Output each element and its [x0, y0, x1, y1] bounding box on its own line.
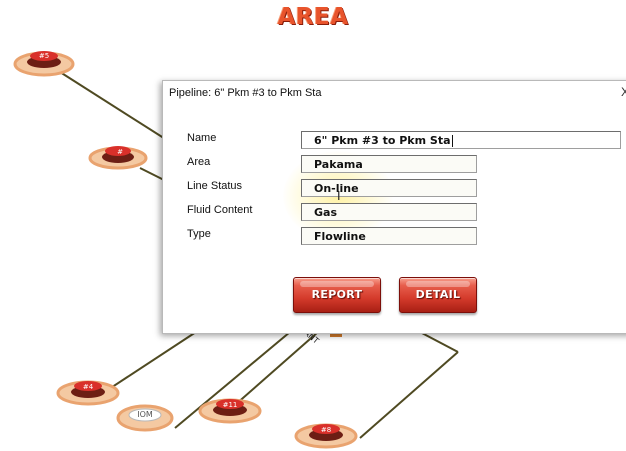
well-7[interactable]: #: [88, 146, 148, 170]
well-label: IOM: [137, 410, 153, 419]
well-4[interactable]: #4: [56, 380, 120, 406]
close-button[interactable]: X: [621, 85, 626, 99]
line-status-field[interactable]: On-line: [301, 179, 477, 197]
name-field[interactable]: 6" Pkm #3 to Pkm Sta: [301, 131, 621, 149]
area-field[interactable]: Pakama: [301, 155, 477, 173]
well-8[interactable]: #8: [294, 423, 358, 449]
well-label: #11: [223, 401, 238, 409]
well-label: #8: [321, 426, 331, 434]
well-label: #: [117, 148, 123, 156]
name-value: 6" Pkm #3 to Pkm Sta: [314, 134, 451, 147]
well-iom[interactable]: IOM: [116, 404, 174, 432]
text-cursor-icon: I: [337, 189, 341, 203]
fluid-content-field[interactable]: Gas: [301, 203, 477, 221]
well-11[interactable]: #11: [198, 398, 262, 424]
pipeline-dialog: Pipeline: 6" Pkm #3 to Pkm Sta X Name 6"…: [162, 80, 626, 334]
type-field[interactable]: Flowline: [301, 227, 477, 245]
fluid-content-label: Fluid Content: [187, 204, 253, 216]
detail-button[interactable]: DETAIL: [399, 277, 477, 313]
area-heading: AREA: [277, 4, 349, 30]
line-status-label: Line Status: [187, 180, 243, 192]
well-label: #4: [83, 383, 94, 391]
well-label: #5: [39, 52, 49, 60]
name-label: Name: [187, 132, 217, 144]
dialog-title: Pipeline: 6" Pkm #3 to Pkm Sta: [169, 87, 322, 99]
area-label: Area: [187, 156, 211, 168]
report-button[interactable]: REPORT: [293, 277, 381, 313]
text-caret: [451, 135, 453, 147]
well-5[interactable]: #5: [13, 51, 75, 77]
type-label: Type: [187, 228, 211, 240]
